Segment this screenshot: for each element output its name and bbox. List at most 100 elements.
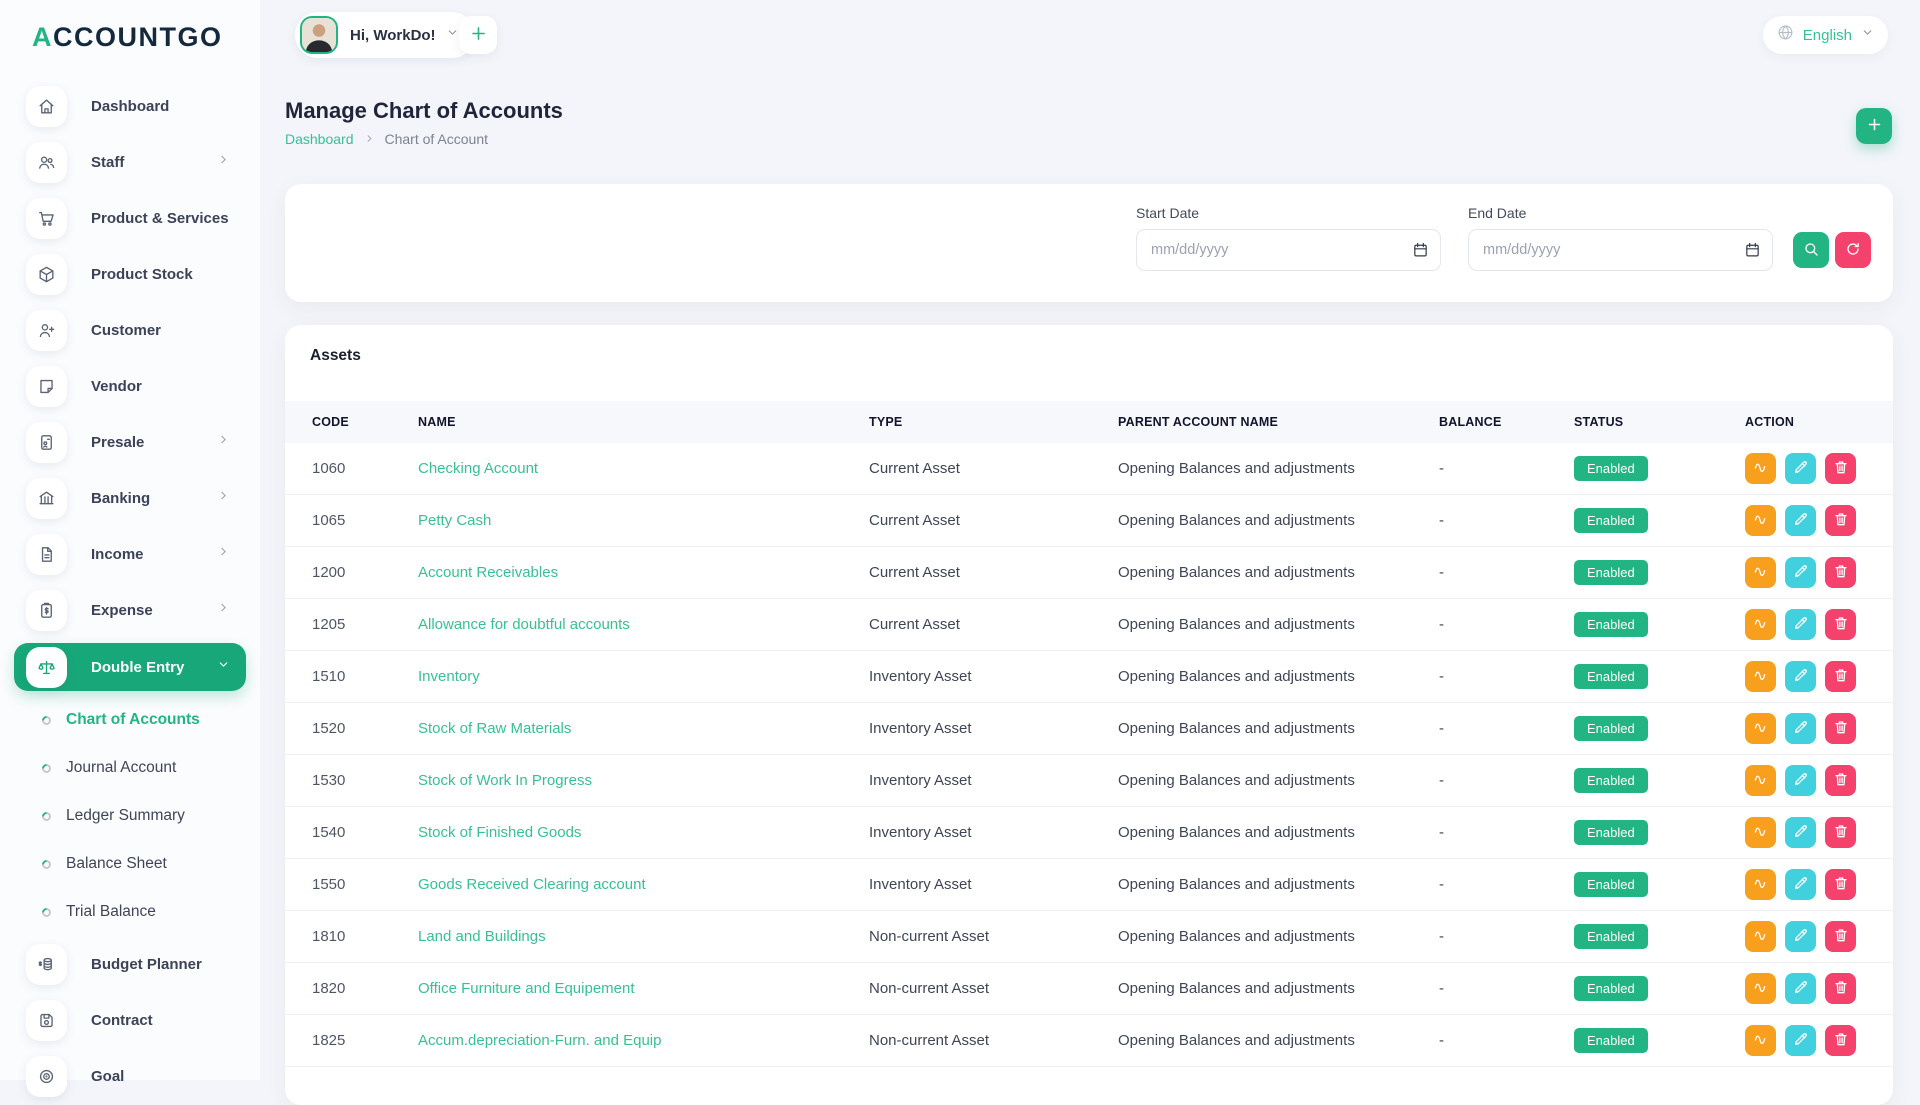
sidebar-item-product-services[interactable]: Product & Services (0, 190, 260, 246)
move-account-button[interactable] (1745, 557, 1776, 588)
move-account-button[interactable] (1745, 713, 1776, 744)
account-code: 1200 (312, 564, 346, 581)
delete-account-button[interactable] (1825, 557, 1856, 588)
account-name-link[interactable]: Petty Cash (418, 512, 491, 529)
account-name-link[interactable]: Stock of Finished Goods (418, 824, 581, 841)
edit-account-button[interactable] (1785, 557, 1816, 588)
user-menu[interactable]: Hi, WorkDo! (295, 12, 475, 58)
sidebar-item-staff[interactable]: Staff (0, 134, 260, 190)
start-date-input[interactable] (1136, 229, 1441, 271)
breadcrumb-dashboard-link[interactable]: Dashboard (285, 131, 354, 147)
account-name-link[interactable]: Allowance for doubtful accounts (418, 616, 630, 633)
account-name-link[interactable]: Stock of Work In Progress (418, 772, 592, 789)
trash-icon (1833, 1031, 1849, 1050)
delete-account-button[interactable] (1825, 661, 1856, 692)
move-account-button[interactable] (1745, 453, 1776, 484)
delete-account-button[interactable] (1825, 921, 1856, 952)
edit-account-button[interactable] (1785, 505, 1816, 536)
activity-icon (1753, 979, 1769, 998)
sidebar-item-vendor[interactable]: Vendor (0, 358, 260, 414)
account-name-link[interactable]: Stock of Raw Materials (418, 720, 571, 737)
edit-account-button[interactable] (1785, 817, 1816, 848)
account-name-link[interactable]: Office Furniture and Equipement (418, 980, 635, 997)
edit-account-button[interactable] (1785, 869, 1816, 900)
edit-account-button[interactable] (1785, 713, 1816, 744)
move-account-button[interactable] (1745, 609, 1776, 640)
delete-account-button[interactable] (1825, 869, 1856, 900)
move-account-button[interactable] (1745, 869, 1776, 900)
move-account-button[interactable] (1745, 505, 1776, 536)
sidebar-subitem-balance-sheet[interactable]: Balance Sheet (0, 840, 260, 888)
reset-filter-button[interactable] (1835, 232, 1871, 268)
sidebar-subitem-ledger-summary[interactable]: Ledger Summary (0, 792, 260, 840)
chevron-right-icon (217, 489, 230, 507)
chevron-right-icon (217, 545, 230, 563)
account-code: 1820 (312, 980, 346, 997)
delete-account-button[interactable] (1825, 817, 1856, 848)
edit-account-button[interactable] (1785, 1025, 1816, 1056)
sidebar-item-label: Product & Services (91, 209, 229, 227)
sidebar-item-product-stock[interactable]: Product Stock (0, 246, 260, 302)
quick-add-button[interactable] (459, 16, 497, 54)
move-account-button[interactable] (1745, 817, 1776, 848)
brand-logo[interactable]: ACCOUNTGO (32, 22, 223, 53)
sidebar-item-income[interactable]: Income (0, 526, 260, 582)
edit-account-button[interactable] (1785, 661, 1816, 692)
delete-account-button[interactable] (1825, 973, 1856, 1004)
move-account-button[interactable] (1745, 973, 1776, 1004)
sidebar-item-customer[interactable]: Customer (0, 302, 260, 358)
account-type: Current Asset (869, 512, 960, 529)
language-label: English (1802, 26, 1852, 44)
end-date-input[interactable] (1468, 229, 1773, 271)
delete-account-button[interactable] (1825, 765, 1856, 796)
delete-account-button[interactable] (1825, 609, 1856, 640)
sidebar-subitem-chart-of-accounts[interactable]: Chart of Accounts (0, 696, 260, 744)
edit-account-button[interactable] (1785, 973, 1816, 1004)
delete-account-button[interactable] (1825, 505, 1856, 536)
sidebar-subitem-label: Chart of Accounts (66, 711, 200, 728)
delete-account-button[interactable] (1825, 453, 1856, 484)
sidebar-item-dashboard[interactable]: Dashboard (0, 78, 260, 134)
move-account-button[interactable] (1745, 661, 1776, 692)
trash-icon (1833, 927, 1849, 946)
account-name-link[interactable]: Goods Received Clearing account (418, 876, 646, 893)
delete-account-button[interactable] (1825, 713, 1856, 744)
language-selector[interactable]: English (1762, 16, 1888, 54)
edit-account-button[interactable] (1785, 765, 1816, 796)
trash-icon (1833, 563, 1849, 582)
sidebar-item-banking[interactable]: Banking (0, 470, 260, 526)
sidebar-item-presale[interactable]: Presale (0, 414, 260, 470)
delete-account-button[interactable] (1825, 1025, 1856, 1056)
edit-account-button[interactable] (1785, 921, 1816, 952)
activity-icon (1753, 1031, 1769, 1050)
account-name-link[interactable]: Checking Account (418, 460, 538, 477)
sidebar-item-expense[interactable]: Expense (0, 582, 260, 638)
apply-filter-button[interactable] (1793, 232, 1829, 268)
sidebar-item-contract[interactable]: Contract (0, 992, 260, 1048)
sidebar-subitem-journal-account[interactable]: Journal Account (0, 744, 260, 792)
trash-icon (1833, 511, 1849, 530)
status-cell: Enabled (1574, 820, 1745, 845)
status-cell: Enabled (1574, 612, 1745, 637)
sidebar-subitem-trial-balance[interactable]: Trial Balance (0, 888, 260, 936)
main-content: Manage Chart of Accounts Dashboard Chart… (260, 0, 1920, 1105)
account-name-link[interactable]: Inventory (418, 668, 480, 685)
edit-account-button[interactable] (1785, 609, 1816, 640)
refresh-icon (1845, 241, 1861, 260)
move-account-button[interactable] (1745, 1025, 1776, 1056)
sidebar-item-double-entry[interactable]: Double Entry (14, 643, 246, 691)
move-account-button[interactable] (1745, 765, 1776, 796)
account-name-link[interactable]: Land and Buildings (418, 928, 546, 945)
accounts-card: Assets CODE NAME TYPE PARENT ACCOUNT NAME BA… (285, 325, 1893, 1105)
account-name-link[interactable]: Account Receivables (418, 564, 558, 581)
account-name-link[interactable]: Accum.depreciation-Furn. and Equip (418, 1032, 661, 1049)
parent-account-name: Opening Balances and adjustments (1118, 824, 1355, 841)
create-account-button[interactable] (1856, 108, 1892, 144)
sidebar-item-budget-planner[interactable]: Budget Planner (0, 936, 260, 992)
section-title: Assets (310, 347, 361, 364)
account-name: Stock of Raw Materials (418, 720, 869, 737)
user-plus-icon (26, 309, 67, 351)
sidebar-item-label: Product Stock (91, 265, 193, 283)
edit-account-button[interactable] (1785, 453, 1816, 484)
move-account-button[interactable] (1745, 921, 1776, 952)
